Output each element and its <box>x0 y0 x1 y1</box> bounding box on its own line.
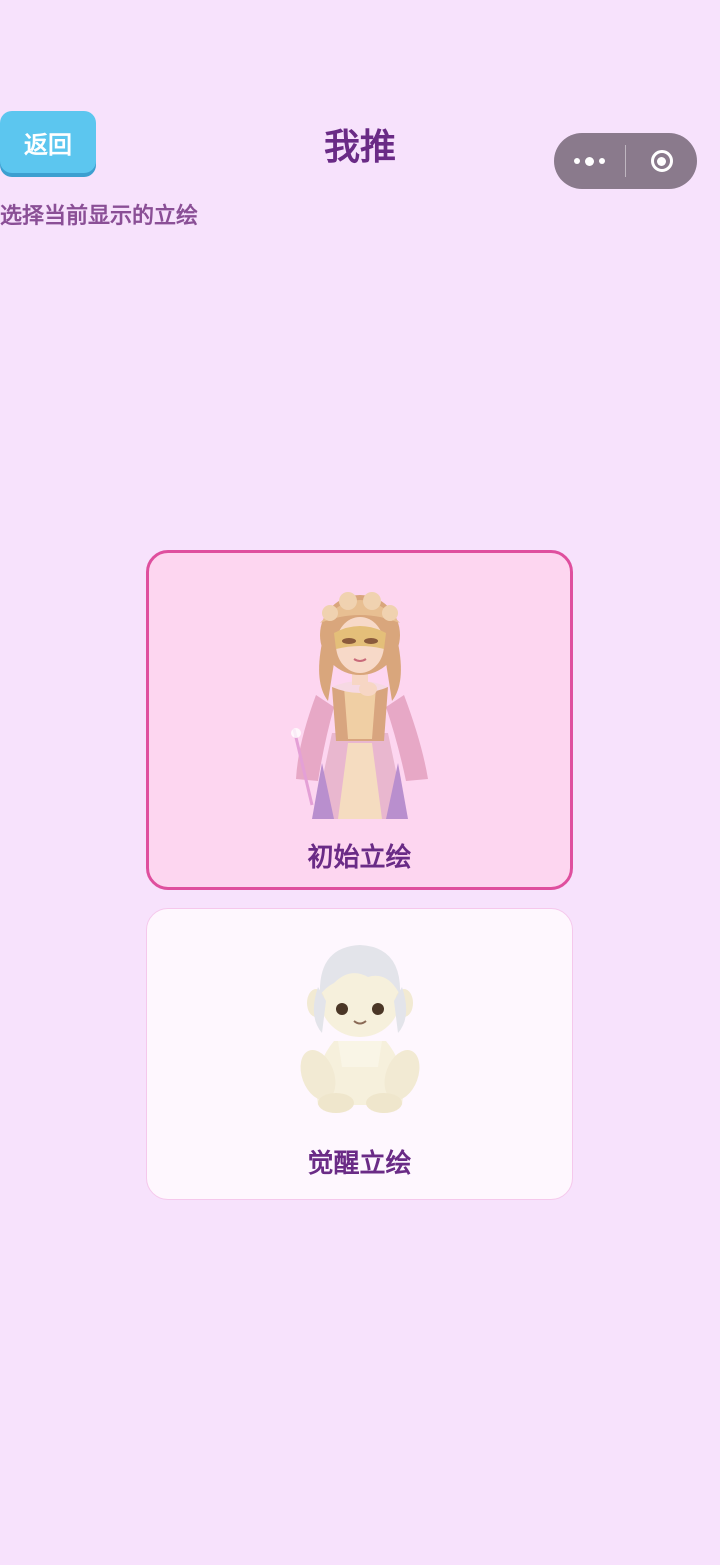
subtitle: 选择当前显示的立绘 <box>0 204 199 229</box>
option-card-awakened[interactable]: 觉醒立绘 <box>146 908 573 1200</box>
target-close-icon <box>650 150 673 172</box>
close-button[interactable] <box>626 133 697 189</box>
more-dots-icon <box>574 156 605 166</box>
option-label: 觉醒立绘 <box>307 1149 412 1179</box>
masquerade-character-illustration <box>290 592 428 819</box>
white-plush-doll-illustration <box>300 945 419 1113</box>
option-card-initial[interactable]: 初始立绘 <box>146 550 573 890</box>
option-label: 初始立绘 <box>307 843 412 873</box>
mini-program-capsule <box>554 133 697 189</box>
more-button[interactable] <box>554 133 625 189</box>
